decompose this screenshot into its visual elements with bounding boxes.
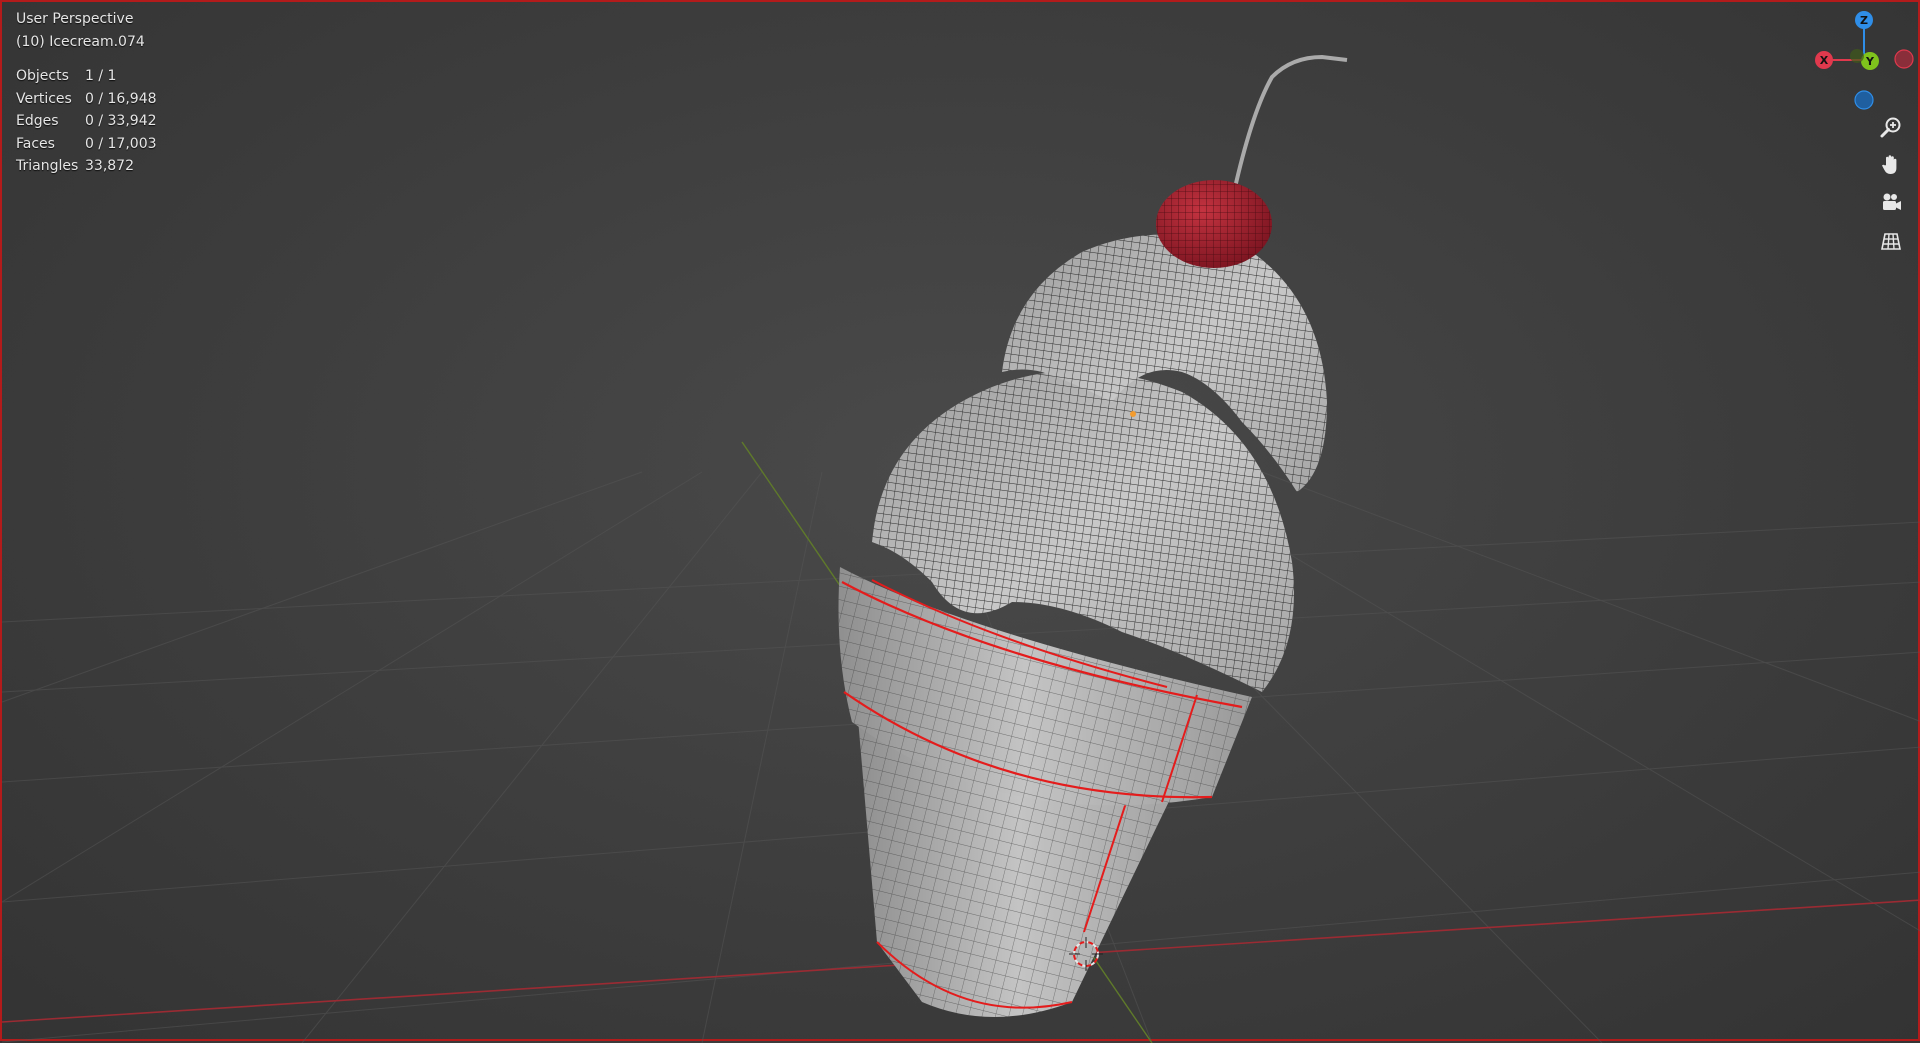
pan-button[interactable] xyxy=(1874,148,1908,182)
active-object-name: (10) Icecream.074 xyxy=(16,34,145,50)
stat-label: Objects xyxy=(16,68,69,85)
zoom-button[interactable] xyxy=(1874,110,1908,144)
stat-row-faces: Faces 0 / 17,003 xyxy=(16,133,157,156)
stat-label: Edges xyxy=(16,113,59,130)
hand-icon xyxy=(1882,155,1897,174)
stat-label: Triangles xyxy=(16,158,79,175)
gizmo-y-label: Y xyxy=(1865,55,1875,68)
stat-row-triangles: Triangles 33,872 xyxy=(16,155,157,178)
grid-icon xyxy=(1881,233,1901,250)
stat-value: 0 / 17,003 xyxy=(85,135,157,152)
toggle-projection-button[interactable] xyxy=(1874,224,1908,258)
camera-view-button[interactable] xyxy=(1874,186,1908,220)
stat-row-objects: Objects 1 / 1 xyxy=(16,65,157,88)
stat-label: Faces xyxy=(16,135,55,152)
stat-value: 0 / 16,948 xyxy=(85,90,157,107)
gizmo-neg-y xyxy=(1850,49,1864,63)
view-info: User Perspective (10) Icecream.074 xyxy=(16,8,145,54)
object-origin xyxy=(1130,411,1136,417)
stat-row-vertices: Vertices 0 / 16,948 xyxy=(16,88,157,111)
stat-value: 0 / 33,942 xyxy=(85,113,157,130)
camera-icon xyxy=(1883,193,1901,210)
stat-row-edges: Edges 0 / 33,942 xyxy=(16,110,157,133)
navigation-gizmo: Z X Y xyxy=(1815,11,1914,110)
stat-value: 1 / 1 xyxy=(85,68,117,85)
cherry-model xyxy=(1156,54,1348,268)
stat-value: 33,872 xyxy=(85,158,134,175)
stat-label: Vertices xyxy=(16,90,72,107)
viewport-scene[interactable]: Z X Y xyxy=(2,2,1920,1043)
view-name: User Perspective xyxy=(16,11,134,27)
scene-statistics: Objects 1 / 1 Vertices 0 / 16,948 Edges … xyxy=(16,65,157,178)
zoom-icon xyxy=(1880,117,1901,138)
gizmo-neg-x xyxy=(1894,49,1914,69)
3d-viewport[interactable]: Z X Y User Perspective (10) Icecream.074… xyxy=(0,0,1920,1043)
gizmo-x-label: X xyxy=(1820,54,1829,67)
gizmo-neg-z xyxy=(1854,90,1874,110)
gizmo-z-label: Z xyxy=(1860,14,1868,27)
